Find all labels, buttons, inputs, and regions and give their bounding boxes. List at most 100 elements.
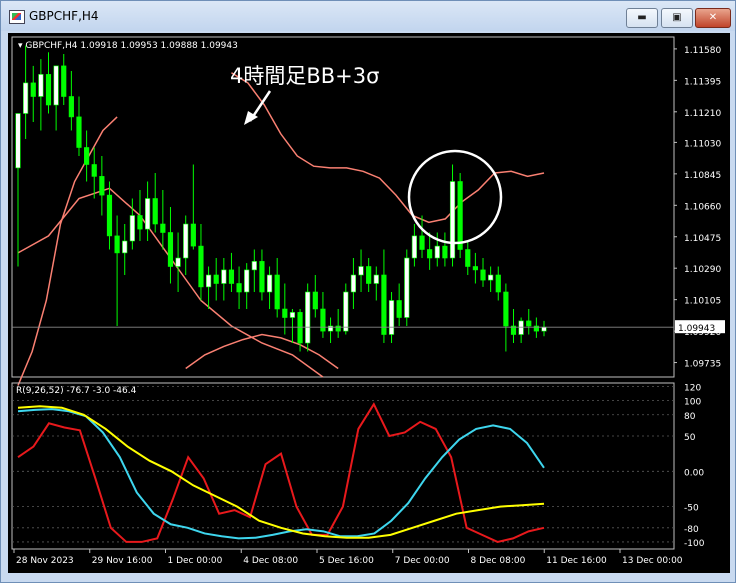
- candle-body[interactable]: [343, 291, 349, 332]
- candle-body[interactable]: [480, 269, 486, 281]
- candle-body[interactable]: [312, 291, 318, 310]
- candle-body[interactable]: [327, 325, 334, 332]
- candle-body[interactable]: [106, 194, 113, 237]
- candle-body[interactable]: [251, 261, 257, 271]
- candle-body[interactable]: [305, 291, 311, 344]
- price-tick-label: 1.09735: [684, 360, 721, 370]
- candle-body[interactable]: [434, 245, 440, 259]
- candle-body[interactable]: [23, 82, 29, 114]
- candle-body[interactable]: [427, 249, 433, 259]
- candle-body[interactable]: [457, 181, 463, 250]
- rci-tick-label: 80: [684, 412, 696, 422]
- price-tick-label: 1.10105: [684, 297, 721, 307]
- candle-body[interactable]: [152, 198, 158, 225]
- candle-body[interactable]: [335, 325, 341, 332]
- candle-body[interactable]: [495, 274, 501, 293]
- candle-body[interactable]: [381, 274, 387, 335]
- candle-body[interactable]: [526, 320, 532, 327]
- rci-pane[interactable]: 120 100 80 50 0.00 -50 -80 -100 R(9,26,52) -76.7…: [11, 382, 705, 550]
- candle-body[interactable]: [442, 245, 448, 259]
- rci-tick-label: -50: [684, 504, 699, 514]
- price-tick-label: 1.11030: [684, 139, 721, 149]
- candle-body[interactable]: [45, 74, 52, 106]
- candle-body[interactable]: [541, 326, 547, 332]
- price-tick-label: 1.10660: [684, 202, 721, 212]
- candle-body[interactable]: [320, 308, 326, 332]
- candle-body[interactable]: [488, 274, 494, 281]
- candle-body[interactable]: [411, 235, 417, 259]
- rci-tick-label: 50: [684, 433, 696, 443]
- candle-body[interactable]: [221, 269, 227, 284]
- candle-body[interactable]: [236, 283, 242, 293]
- candle-body[interactable]: [38, 74, 44, 97]
- candle-body[interactable]: [388, 300, 395, 335]
- symbol-info-label: ▾ GBPCHF,H4 1.09918 1.09953 1.09888 1.09…: [18, 41, 238, 51]
- candle-body[interactable]: [30, 82, 36, 97]
- candle-body[interactable]: [266, 274, 273, 293]
- minimize-button[interactable]: ▬: [626, 8, 658, 28]
- candle-body[interactable]: [175, 257, 181, 267]
- candle-body[interactable]: [114, 235, 120, 254]
- candle-body[interactable]: [84, 147, 90, 165]
- rci-tick-label: -100: [684, 539, 705, 549]
- candle-body[interactable]: [503, 291, 509, 327]
- candle-body[interactable]: [533, 325, 539, 332]
- candle-body[interactable]: [465, 249, 471, 267]
- candle-body[interactable]: [366, 266, 372, 284]
- price-pane[interactable]: 1.11580 1.11395 1.11210 1.11030 1.10845 1.106…: [11, 36, 725, 386]
- chart-window: GBPCHF,H4 ▬ ▣ ✕ 1.11580 1.11395 1.11210 1.1…: [0, 0, 736, 583]
- candle-body[interactable]: [358, 266, 364, 276]
- candle-body[interactable]: [183, 223, 189, 259]
- candle-body[interactable]: [244, 269, 250, 293]
- candle-body[interactable]: [297, 312, 303, 344]
- time-tick-label: 8 Dec 08:00: [471, 556, 526, 566]
- candle-body[interactable]: [205, 274, 212, 288]
- candle-body[interactable]: [419, 235, 425, 250]
- time-tick-label: 7 Dec 00:00: [395, 556, 450, 566]
- candle-body[interactable]: [449, 181, 456, 259]
- price-tick-label: 1.11210: [684, 109, 721, 119]
- title-bar[interactable]: GBPCHF,H4 ▬ ▣ ✕: [1, 1, 735, 31]
- time-tick-label: 1 Dec 00:00: [168, 556, 223, 566]
- window-title: GBPCHF,H4: [29, 9, 99, 23]
- candle-body[interactable]: [282, 308, 288, 318]
- close-button[interactable]: ✕: [695, 8, 731, 28]
- price-tick-label: 1.10290: [684, 265, 721, 275]
- candle-body[interactable]: [289, 312, 296, 318]
- candle-body[interactable]: [61, 65, 67, 97]
- candle-body[interactable]: [404, 257, 410, 318]
- maximize-button[interactable]: ▣: [661, 8, 693, 28]
- candle-body[interactable]: [190, 223, 196, 247]
- candle-body[interactable]: [259, 261, 265, 293]
- chart-canvas[interactable]: 1.11580 1.11395 1.11210 1.11030 1.10845 1.106…: [8, 33, 730, 573]
- time-tick-label: 5 Dec 16:00: [319, 556, 374, 566]
- chart-svg[interactable]: 1.11580 1.11395 1.11210 1.11030 1.10845 1.106…: [8, 33, 730, 573]
- candle-body[interactable]: [228, 269, 235, 284]
- bb-lower-mid-line: [185, 333, 339, 370]
- candle-body[interactable]: [274, 274, 280, 310]
- candle-body[interactable]: [122, 240, 128, 254]
- candle-body[interactable]: [91, 164, 97, 177]
- candle-body[interactable]: [53, 65, 59, 106]
- time-tick-label: 4 Dec 08:00: [243, 556, 298, 566]
- candle-body[interactable]: [160, 223, 166, 233]
- candle-body[interactable]: [198, 245, 204, 288]
- candle-body[interactable]: [76, 116, 82, 148]
- time-axis: 28 Nov 2023 29 Nov 16:00 1 Dec 00:00 4 Dec …: [13, 549, 683, 566]
- candle-body[interactable]: [68, 96, 74, 118]
- rci-tick-label: 120: [684, 384, 701, 394]
- candle-body[interactable]: [99, 176, 105, 196]
- candle-body[interactable]: [15, 113, 21, 169]
- rci-tick-label: -80: [684, 525, 699, 535]
- candle-body[interactable]: [350, 274, 357, 293]
- candle-body[interactable]: [145, 198, 151, 230]
- candle-body[interactable]: [396, 300, 402, 318]
- candle-body[interactable]: [137, 215, 143, 230]
- candle-body[interactable]: [167, 232, 174, 267]
- time-tick-label: 11 Dec 16:00: [546, 556, 607, 566]
- candle-body[interactable]: [518, 320, 524, 335]
- candle-body[interactable]: [213, 274, 219, 284]
- candle-body[interactable]: [472, 266, 478, 271]
- candle-body[interactable]: [129, 215, 135, 242]
- candle-body[interactable]: [373, 274, 379, 284]
